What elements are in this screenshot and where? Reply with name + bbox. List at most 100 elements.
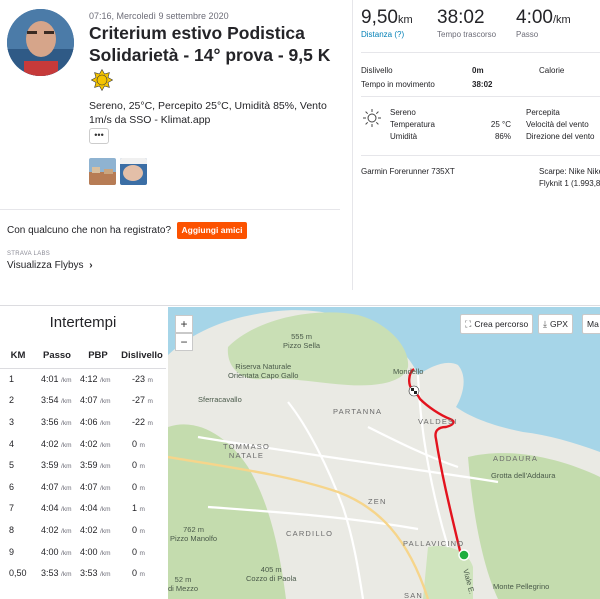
- map-label-pizzo-sella: 555 m Pizzo Sella: [283, 332, 321, 350]
- split-gap: 4:07 /km: [80, 481, 111, 492]
- map-label-sferracavallo: Sferracavallo: [198, 395, 242, 404]
- map-label-di-mezzo: 52 m di Mezzo: [168, 575, 199, 593]
- col-header-gap: PBP: [78, 344, 118, 369]
- more-actions-button[interactable]: •••: [89, 128, 109, 144]
- pace-label: Passo: [516, 30, 539, 39]
- distance-unit: km: [397, 14, 413, 26]
- split-row: 2 3:54 /km 4:07 /km -27 m: [0, 390, 166, 412]
- map-more-label: Ma: [587, 319, 599, 329]
- distance-value: 9,50: [361, 7, 398, 28]
- split-km: 0,50: [9, 568, 27, 579]
- split-pace: 4:01 /km: [41, 374, 72, 385]
- split-pace: 3:59 /km: [41, 460, 72, 471]
- split-gap: 4:02 /km: [80, 438, 111, 449]
- view-flybys-link[interactable]: Visualizza Flybys ›: [7, 260, 93, 271]
- finish-flag-icon: [408, 385, 420, 397]
- pace-value: 4:00: [516, 7, 553, 28]
- temperature-label: Temperatura: [390, 120, 435, 129]
- split-gap: 4:12 /km: [80, 374, 111, 385]
- elapsed-time-stat: 38:02 Tempo trascorso: [437, 7, 496, 39]
- map-label-san: SAN: [404, 591, 424, 599]
- split-gap: 4:07 /km: [80, 395, 111, 406]
- split-row: 1 4:01 /km 4:12 /km -23 m: [0, 368, 166, 390]
- zoom-out-button[interactable]: −: [175, 333, 193, 351]
- export-gpx-button[interactable]: ⤓ GPX: [538, 314, 573, 334]
- pace-stat: 4:00/km Passo: [516, 7, 571, 39]
- activity-title: Criterium estivo Podistica Solidarietà -…: [89, 23, 331, 65]
- map-more-button[interactable]: Ma: [582, 314, 600, 334]
- split-row: 3 3:56 /km 4:06 /km -22 m: [0, 411, 166, 433]
- moving-time-value: 38:02: [472, 80, 493, 89]
- create-route-button[interactable]: ⛶ Crea percorso: [460, 314, 534, 334]
- split-elevation: 0 m: [132, 481, 145, 492]
- splits-title: Intertempi: [49, 314, 117, 331]
- col-header-elevation: Dislivello: [118, 344, 166, 369]
- split-km: 8: [9, 524, 15, 535]
- shoes-line-1[interactable]: Scarpe: Nike Nike: [539, 167, 600, 176]
- section-divider: [0, 305, 600, 306]
- split-elevation: 1 m: [132, 503, 145, 514]
- add-friends-button[interactable]: Aggiungi amici: [177, 222, 247, 239]
- humidity-value: 86%: [494, 132, 511, 141]
- humidity-label: Umidità: [390, 132, 418, 141]
- split-elevation: 0 m: [132, 460, 145, 471]
- split-row: 6 4:07 /km 4:07 /km 0 m: [0, 476, 166, 498]
- column-divider: [352, 0, 353, 290]
- activity-photo-thumbnail[interactable]: [89, 158, 116, 185]
- split-row: 7 4:04 /km 4:04 /km 1 m: [0, 498, 166, 520]
- split-pace: 4:02 /km: [41, 438, 72, 449]
- activity-description: Sereno, 25°C, Percepito 25°C, Umidità 85…: [89, 100, 327, 126]
- split-gap: 3:59 /km: [80, 460, 111, 471]
- split-elevation: 0 m: [132, 524, 145, 535]
- section-divider: [0, 209, 340, 210]
- strava-labs-label: STRAVA LABS: [7, 251, 51, 257]
- temperature-value: 25 °C: [490, 120, 511, 129]
- map-label-pizzo-manolfo: 762 m Pizzo Manolfo: [170, 525, 218, 543]
- split-km: 5: [9, 460, 15, 471]
- start-marker-icon: [458, 549, 470, 561]
- wind-speed-label: Velocità del vento: [526, 120, 589, 129]
- split-row: 5 3:59 /km 3:59 /km 0 m: [0, 454, 166, 476]
- gpx-label: GPX: [549, 319, 568, 329]
- unrecorded-companions-prompt: Con qualcuno che non ha registrato?: [7, 225, 172, 236]
- split-gap: 4:02 /km: [80, 524, 111, 535]
- elapsed-time-value: 38:02: [437, 7, 485, 28]
- col-header-km: KM: [0, 344, 36, 369]
- activity-photo-thumbnail[interactable]: [120, 158, 147, 185]
- weather-condition: Sereno: [390, 108, 416, 117]
- split-km: 9: [9, 546, 15, 557]
- map-label-cozzo-di-paola: 405 m Cozzo di Paola: [246, 565, 297, 583]
- details-divider: [361, 96, 600, 97]
- split-km: 3: [9, 416, 15, 427]
- split-elevation: -22 m: [132, 416, 153, 427]
- split-elevation: 0 m: [132, 546, 145, 557]
- split-pace: 4:02 /km: [41, 524, 72, 535]
- split-row: 8 4:02 /km 4:02 /km 0 m: [0, 519, 166, 541]
- map-label-zen: ZEN: [368, 497, 387, 506]
- splits-header-row: KM Passo PBP Dislivello: [0, 344, 166, 369]
- device-name: Garmin Forerunner 735XT: [361, 167, 455, 176]
- zoom-in-button[interactable]: +: [175, 315, 193, 333]
- shoes-line-2[interactable]: Flyknit 1 (1.993,8: [539, 179, 600, 188]
- download-icon: ⤓: [543, 319, 547, 329]
- split-gap: 4:00 /km: [80, 546, 111, 557]
- flyby-label: Visualizza Flybys: [7, 260, 84, 271]
- split-pace: 4:04 /km: [41, 503, 72, 514]
- sunny-weather-icon: [91, 69, 113, 91]
- gear-divider: [361, 155, 600, 156]
- route-map[interactable]: 555 m Pizzo Sella Riserva Naturale Orien…: [168, 307, 600, 599]
- map-label-pallavicino: PALLAVICINO: [403, 539, 465, 548]
- split-pace: 4:00 /km: [41, 546, 72, 557]
- athlete-avatar[interactable]: [7, 9, 74, 76]
- split-km: 6: [9, 481, 15, 492]
- distance-help-link[interactable]: Distanza (?): [361, 30, 413, 39]
- map-label-valdesi: VALDESI: [418, 417, 458, 426]
- elapsed-time-label: Tempo trascorso: [437, 30, 497, 39]
- route-icon: ⛶: [465, 319, 472, 329]
- splits-table: KM Passo PBP Dislivello 1 4:01 /km 4:12 /k…: [0, 344, 166, 584]
- wind-direction-label: Direzione del vento: [526, 132, 595, 141]
- split-km: 1: [9, 374, 15, 385]
- create-route-label: Crea percorso: [474, 319, 529, 329]
- feels-like-label: Percepita: [526, 108, 560, 117]
- col-header-pace: Passo: [36, 344, 78, 369]
